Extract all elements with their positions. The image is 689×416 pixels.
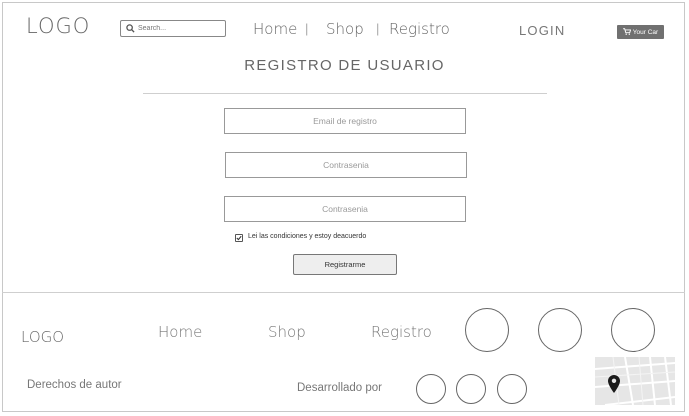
email-input[interactable]: [225, 115, 465, 127]
divider: [143, 93, 547, 94]
nav-registro[interactable]: Registro: [389, 20, 450, 38]
copyright-text: Derechos de autor: [27, 379, 122, 391]
developer-logo-placeholder[interactable]: [416, 374, 446, 404]
password-field[interactable]: [225, 152, 467, 178]
password-confirm-input[interactable]: [225, 203, 465, 215]
email-field[interactable]: [224, 108, 466, 134]
map-pin-icon: [608, 375, 620, 393]
footer-divider: [2, 292, 685, 293]
page-title: REGISTRO DE USUARIO: [244, 57, 445, 74]
social-icon-placeholder[interactable]: [465, 308, 509, 352]
developed-by-text: Desarrollado por: [297, 382, 383, 394]
location-map[interactable]: [595, 357, 675, 405]
register-button[interactable]: Registrarme: [293, 254, 397, 275]
footer-nav-shop[interactable]: Shop: [268, 323, 306, 341]
cart-label: Your Car: [632, 28, 659, 36]
footer-nav-registro[interactable]: Registro: [371, 323, 432, 341]
search-icon: [123, 21, 137, 36]
map-streets: [595, 357, 675, 405]
password-confirm-field[interactable]: [224, 196, 466, 222]
nav-shop[interactable]: Shop: [326, 20, 364, 38]
search-box[interactable]: [120, 20, 226, 37]
nav-separator: |: [376, 21, 380, 36]
social-icon-placeholder[interactable]: [538, 308, 582, 352]
developer-logo-placeholder[interactable]: [456, 374, 486, 404]
footer-logo[interactable]: LOGO: [21, 328, 64, 346]
nav-home[interactable]: Home: [253, 20, 297, 38]
terms-label: Lei las condiciones y estoy deacuerdo: [248, 233, 367, 240]
search-input[interactable]: [137, 25, 224, 32]
nav-separator: |: [305, 21, 309, 36]
cart-icon: [622, 27, 631, 37]
terms-checkbox[interactable]: [235, 234, 243, 242]
check-icon: [236, 235, 242, 241]
social-icon-placeholder[interactable]: [611, 308, 655, 352]
developer-logo-placeholder[interactable]: [497, 374, 527, 404]
logo[interactable]: LOGO: [26, 14, 90, 38]
footer-nav-home[interactable]: Home: [158, 323, 202, 341]
login-link[interactable]: LOGIN: [519, 23, 565, 38]
password-input[interactable]: [226, 159, 466, 171]
cart-button[interactable]: Your Car: [617, 25, 664, 39]
